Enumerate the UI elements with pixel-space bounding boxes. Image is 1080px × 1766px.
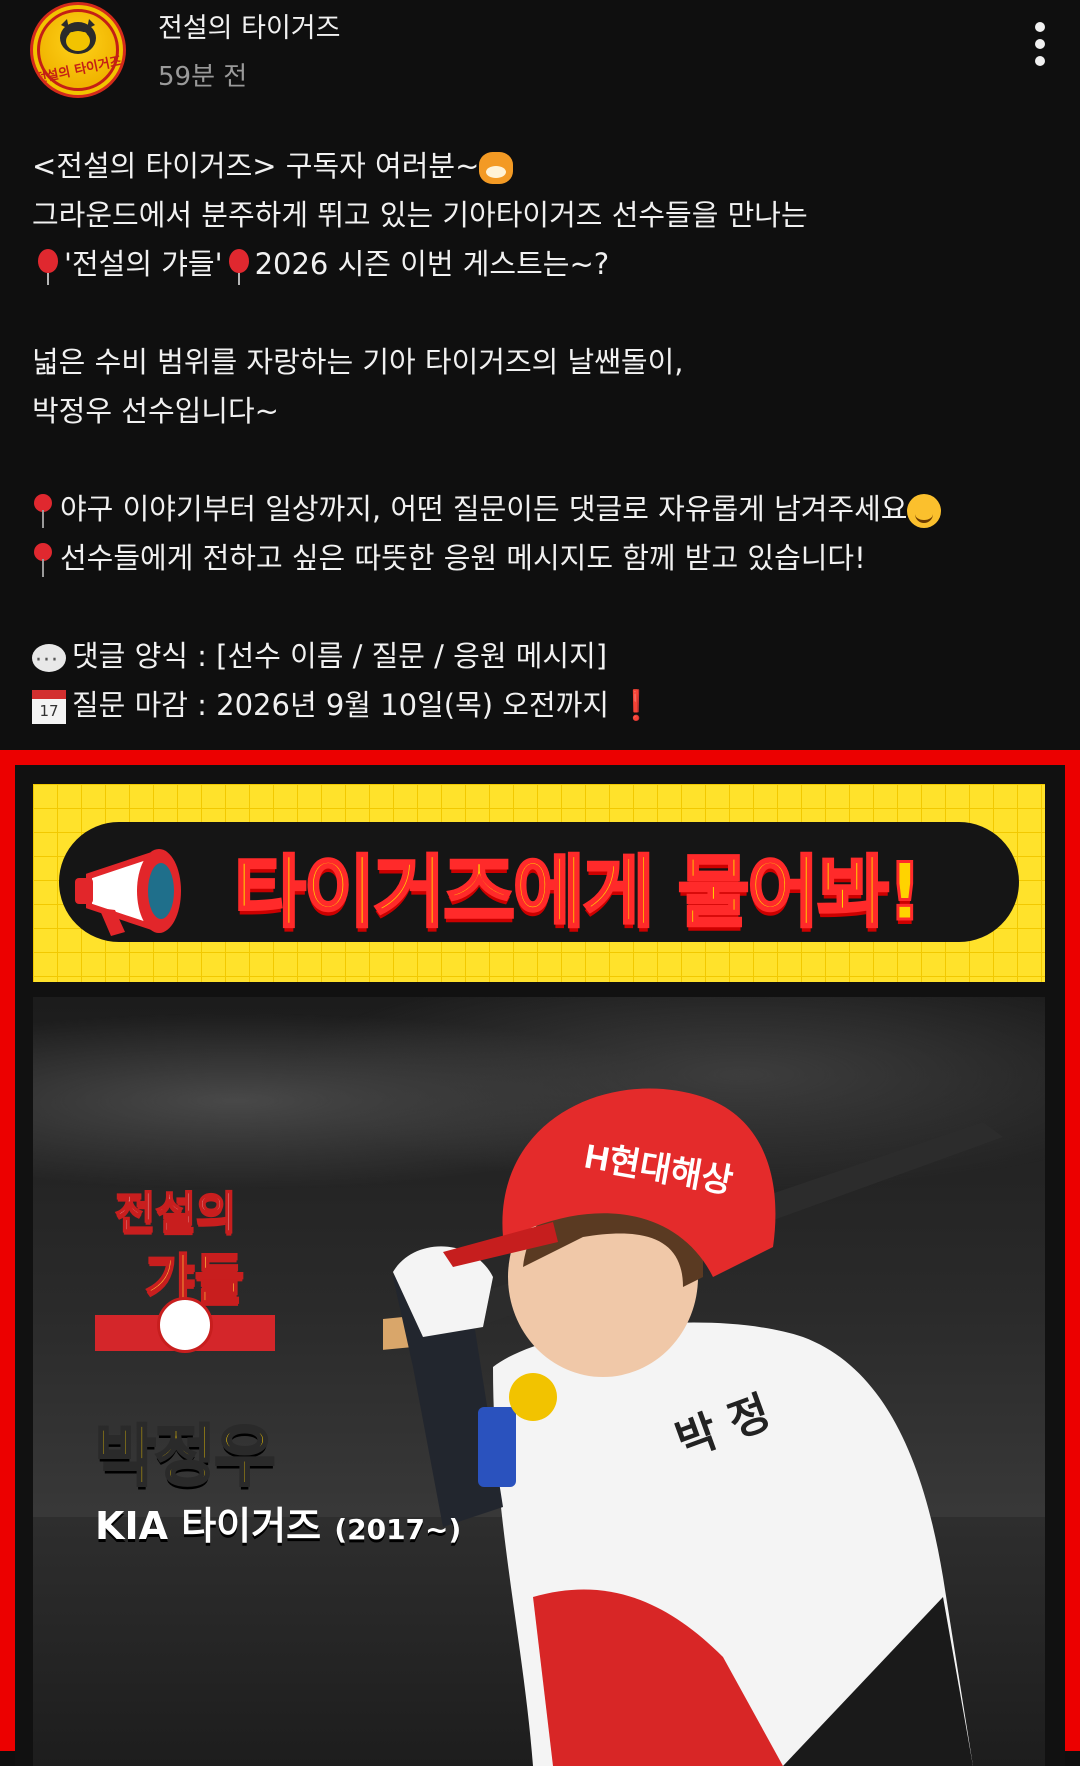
post-header: 전설의 타이거즈 전설의 타이거즈 59분 전	[0, 0, 1080, 110]
badge-title: 전설의	[114, 1187, 237, 1240]
player-team: KIA 타이거즈 (2017~)	[95, 1504, 462, 1548]
smile-emoji-icon	[907, 494, 942, 528]
megaphone-icon	[75, 849, 181, 936]
pin-icon	[32, 541, 54, 579]
body-line-1: <전설의 타이거즈> 구독자 여러분~	[32, 142, 1052, 191]
body-line-7: 선수들에게 전하고 싶은 따뜻한 응원 메시지도 함께 받고 있습니다!	[32, 534, 1052, 583]
tiger-avatar-icon	[60, 19, 96, 54]
body-line-3: '전설의 갸들' 2026 시즌 이번 게스트는~?	[32, 240, 1052, 289]
body-line-9: 17 질문 마감 : 2026년 9월 10일(목) 오전까지 ❗	[32, 681, 1052, 730]
post-body: <전설의 타이거즈> 구독자 여러분~ 그라운드에서 분주하게 뛰고 있는 기아…	[32, 142, 1052, 730]
channel-avatar[interactable]: 전설의 타이거즈	[30, 2, 126, 98]
calendar-icon: 17	[32, 690, 66, 724]
body-line-8: 댓글 양식 : [선수 이름 / 질문 / 응원 메시지]	[32, 632, 1052, 685]
speech-bubble-icon	[32, 636, 66, 685]
post-image[interactable]: 타이거즈에게 물어봐! H현대해상 박 정 전설의 갸들 박정우 KIA 타이거…	[0, 750, 1080, 1766]
player-photo: H현대해상 박 정 전설의 갸들 박정우 KIA 타이거즈 (2017~)	[33, 997, 1045, 1766]
channel-name[interactable]: 전설의 타이거즈	[158, 6, 340, 45]
pin-icon	[32, 492, 54, 530]
baseball-icon	[157, 1297, 213, 1353]
banner: 타이거즈에게 물어봐!	[33, 784, 1045, 982]
body-line-5: 박정우 선수입니다~	[32, 394, 279, 428]
banner-title: 타이거즈에게 물어봐!	[233, 847, 925, 940]
more-vert-icon[interactable]	[1020, 22, 1060, 76]
body-line-2: 그라운드에서 분주하게 뛰고 있는 기아타이거즈 선수들을 만나는	[32, 198, 808, 232]
batter-figure: H현대해상 박 정	[383, 1088, 1003, 1766]
player-name: 박정우	[93, 1417, 276, 1497]
body-line-4: 넓은 수비 범위를 자랑하는 기아 타이거즈의 날쌘돌이,	[32, 345, 684, 379]
balloon-icon	[226, 247, 252, 285]
exclamation-icon: ❗	[618, 688, 655, 722]
body-line-6: 야구 이야기부터 일상까지, 어떤 질문이든 댓글로 자유롭게 남겨주세요	[32, 485, 1052, 534]
post-time: 59분 전	[158, 62, 248, 92]
tiger-emoji-icon	[479, 152, 514, 184]
balloon-icon	[35, 247, 61, 285]
